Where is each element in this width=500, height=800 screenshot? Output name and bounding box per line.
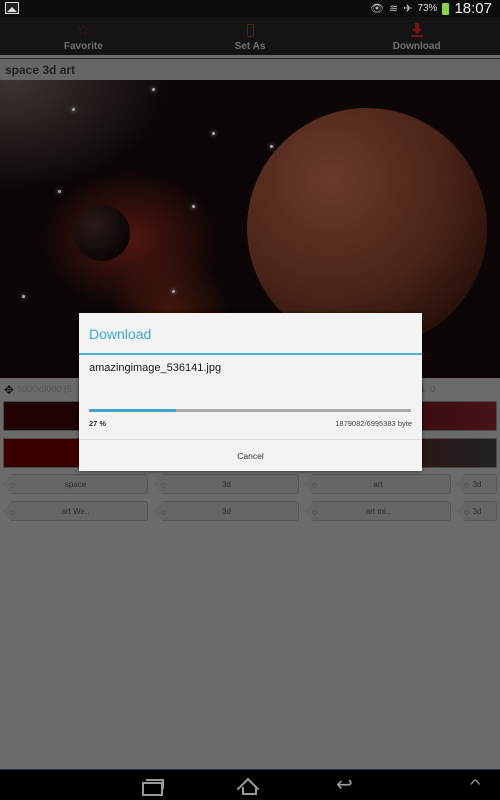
gallery-notification-icon [5, 2, 19, 14]
tag-list: space 3d art 3d art We.. 3d art mi.. 3d [0, 474, 500, 528]
tag-button[interactable]: space [3, 474, 148, 494]
download-label: Download [392, 41, 441, 52]
battery-percent: 73% [417, 3, 438, 14]
star-icon: ☆ [76, 22, 91, 39]
star [72, 108, 75, 111]
download-progress-bar [89, 409, 411, 412]
battery-icon [442, 2, 450, 15]
navigation-bar: ↩ ^ [0, 769, 500, 800]
download-dialog: Download amazingimage_536141.jpg 27 % 18… [79, 313, 422, 471]
progress-bytes: 1879082/6995383 byte [335, 419, 412, 428]
resolution-text: 5000x3000 (6 [17, 384, 73, 394]
tag-row: space 3d art 3d [0, 474, 500, 501]
download-icon [410, 23, 423, 37]
recent-apps-icon[interactable] [142, 779, 164, 796]
star [152, 88, 155, 91]
tag-button[interactable]: 3d [154, 501, 299, 521]
tag-button[interactable]: 3d [457, 501, 497, 521]
star [212, 132, 215, 135]
menu-up-icon[interactable]: ^ [470, 776, 481, 792]
tag-button[interactable]: art [305, 474, 451, 494]
moon-image [74, 205, 130, 261]
resolution-icon: ✥ [4, 383, 15, 397]
title-row: space 3d art [0, 58, 500, 80]
clock: 18:07 [454, 0, 492, 17]
tag-button[interactable]: 3d [154, 474, 299, 494]
home-icon[interactable] [237, 777, 261, 795]
tag-row: art We.. 3d art mi.. 3d [0, 501, 500, 528]
download-count: 0 [430, 384, 436, 394]
download-filename: amazingimage_536141.jpg [89, 362, 222, 374]
favorite-label: Favorite [63, 41, 103, 52]
star [58, 190, 61, 193]
favorite-button[interactable]: ☆ Favorite [0, 17, 167, 55]
airplane-icon: ✈ [403, 3, 413, 15]
star [192, 205, 195, 208]
tag-button[interactable]: art We.. [3, 501, 148, 521]
set-as-button[interactable]: Set As [167, 17, 334, 55]
eye-icon: 👁 [370, 3, 384, 15]
set-as-label: Set As [234, 41, 266, 52]
action-bar: ☆ Favorite Set As Download [0, 17, 500, 55]
cancel-button[interactable]: Cancel [79, 440, 422, 471]
status-bar: 👁 ≋ ✈ 73% 18:07 [0, 0, 500, 17]
phone-icon [246, 24, 254, 37]
star [270, 145, 273, 148]
wifi-icon: ≋ [389, 3, 399, 15]
dialog-title: Download [89, 326, 152, 342]
download-progress-fill [89, 409, 176, 412]
dialog-title-divider [79, 353, 422, 355]
star [172, 290, 175, 293]
status-icons: 👁 ≋ ✈ 73% 18:07 [370, 0, 492, 17]
planet-image [247, 108, 487, 348]
progress-percent: 27 % [89, 419, 107, 428]
download-button[interactable]: Download [333, 17, 500, 55]
page-title: space 3d art [5, 63, 76, 77]
star [22, 295, 25, 298]
tag-button[interactable]: art mi.. [305, 501, 451, 521]
back-icon[interactable]: ↩ [336, 772, 353, 797]
tag-button[interactable]: 3d [457, 474, 497, 494]
